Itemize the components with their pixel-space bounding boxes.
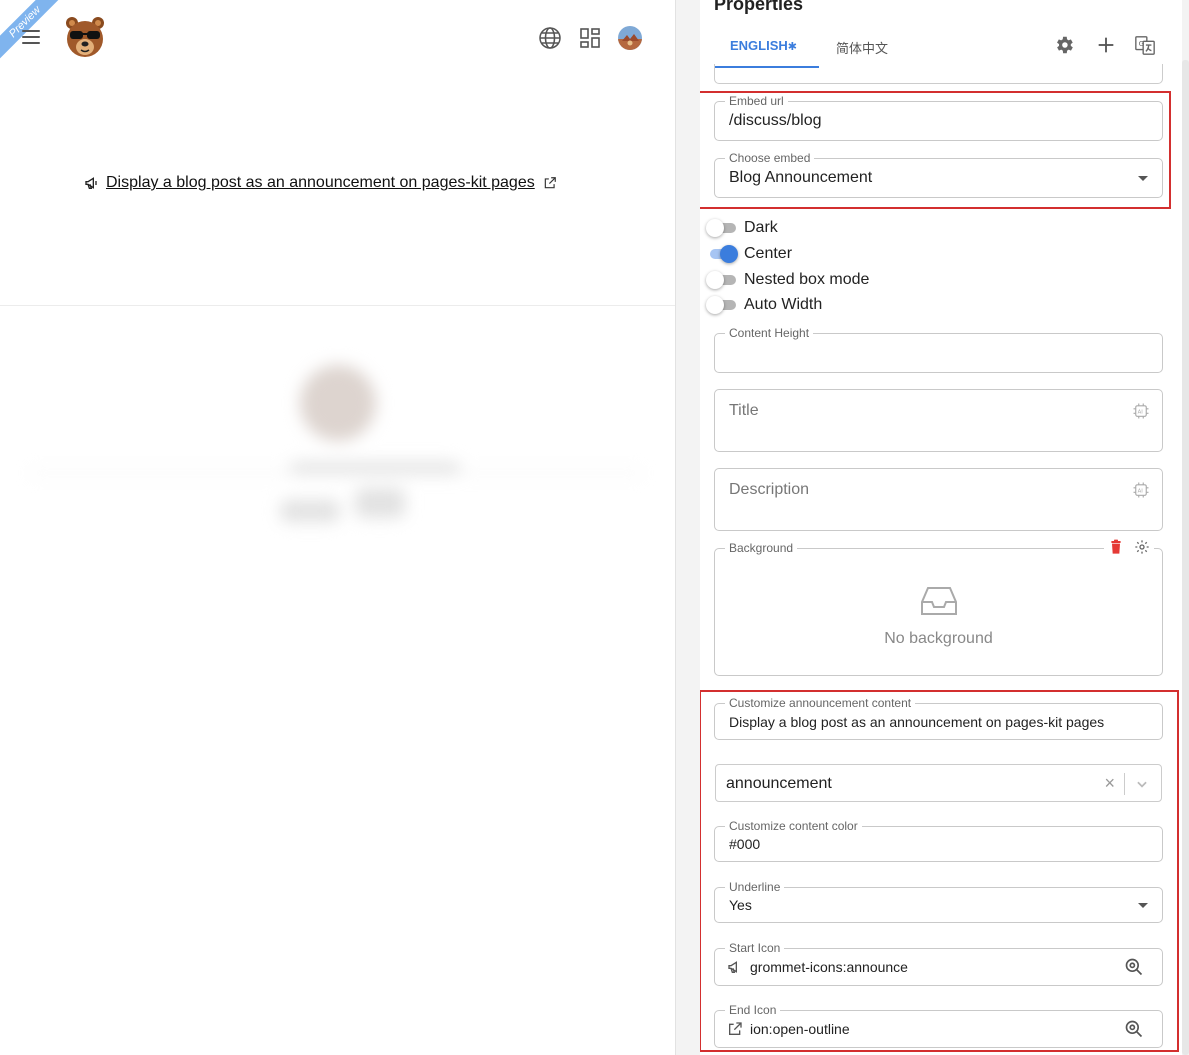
panel-title: Properties: [714, 0, 804, 14]
switch-track: [710, 245, 738, 263]
description-placeholder: Description: [729, 481, 810, 498]
start-icon-field[interactable]: Start Icon grommet-icons:announce: [714, 941, 1163, 986]
underline-value: Yes: [729, 897, 752, 913]
choose-embed-label: Choose embed: [725, 151, 815, 165]
no-background-text: No background: [884, 630, 993, 647]
center-switch-label: Center: [744, 245, 793, 262]
background-label: Background: [725, 541, 798, 555]
start-icon-label: Start Icon: [725, 941, 785, 955]
content-color-field[interactable]: Customize content color #000: [714, 819, 1163, 862]
customize-content-field[interactable]: Customize announcement content Display a…: [714, 696, 1163, 740]
add-icon[interactable]: [1095, 34, 1117, 56]
gear-icon[interactable]: [1134, 539, 1150, 555]
category-select[interactable]: announcement ×: [715, 764, 1162, 802]
customize-content-label: Customize announcement content: [725, 696, 916, 710]
megaphone-icon: [728, 961, 737, 973]
content-height-label: Content Height: [725, 326, 814, 340]
external-link-icon: [729, 1022, 742, 1035]
background-box: Background No background: [714, 539, 1163, 676]
inbox-icon: [920, 587, 957, 615]
background-tools: [1104, 539, 1154, 555]
preview-pane: Preview Display a blog post as an announ…: [0, 0, 676, 1055]
title-placeholder: Title: [729, 402, 759, 419]
clear-icon[interactable]: ×: [1104, 773, 1115, 794]
end-icon-label: End Icon: [725, 1003, 781, 1017]
ai-chip-icon[interactable]: AI: [1132, 402, 1150, 420]
underline-label: Underline: [725, 880, 785, 894]
description-field[interactable]: Description AI: [714, 468, 1163, 531]
user-avatar[interactable]: [618, 26, 642, 50]
previous-field-edge: [714, 64, 1163, 84]
content-color-label: Customize content color: [725, 819, 862, 833]
title-field[interactable]: Title AI: [714, 389, 1163, 452]
icon-search-icon[interactable]: [1124, 957, 1144, 977]
announcement-link[interactable]: Display a blog post as an announcement o…: [84, 174, 557, 192]
embed-url-label: Embed url: [725, 94, 788, 108]
announcement-text[interactable]: Display a blog post as an announcement o…: [106, 174, 535, 192]
tab-english[interactable]: ENGLISH✱: [730, 38, 797, 53]
switch-track: [706, 271, 736, 289]
embed-url-field[interactable]: Embed url /discuss/blog: [714, 94, 1163, 141]
tab-chinese[interactable]: 简体中文: [836, 38, 888, 57]
customize-content-value[interactable]: Display a blog post as an announcement o…: [729, 714, 1104, 730]
dropdown-caret-icon: [1138, 176, 1148, 181]
preview-divider: [0, 305, 675, 306]
blurred-content: [0, 340, 675, 560]
content-height-field[interactable]: Content Height: [714, 326, 1163, 373]
switch-thumb: [706, 271, 724, 289]
end-icon-value[interactable]: ion:open-outline: [750, 1021, 850, 1037]
background-empty: No background: [715, 585, 1162, 648]
bear-logo[interactable]: [64, 14, 106, 60]
translate-icon[interactable]: G: [1134, 34, 1156, 56]
embed-url-value[interactable]: /discuss/blog: [729, 112, 822, 130]
category-select-value: announcement: [726, 775, 832, 792]
external-link-icon: [544, 177, 556, 189]
switch-thumb: [720, 245, 738, 263]
icon-search-icon[interactable]: [1124, 1019, 1144, 1039]
svg-text:AI: AI: [1138, 409, 1144, 415]
highlight-box-announcement: [700, 690, 1179, 1052]
switch-track: [706, 219, 736, 237]
apps-grid-icon[interactable]: [578, 26, 602, 50]
dark-switch-label: Dark: [744, 219, 778, 236]
auto-width-label: Auto Width: [744, 296, 823, 313]
underline-select[interactable]: Underline Yes: [714, 880, 1163, 923]
center-switch[interactable]: Center: [710, 243, 792, 265]
svg-text:G: G: [1139, 39, 1145, 48]
nested-box-mode-label: Nested box mode: [744, 271, 870, 288]
panel-scrollbar[interactable]: [1182, 60, 1189, 1055]
start-icon-value[interactable]: grommet-icons:announce: [750, 959, 908, 975]
choose-embed-value: Blog Announcement: [729, 169, 873, 186]
switch-thumb: [706, 296, 724, 314]
svg-text:AI: AI: [1138, 488, 1144, 494]
dropdown-caret-icon: [1138, 903, 1148, 908]
end-icon-field[interactable]: End Icon ion:open-outline: [714, 1003, 1163, 1048]
trash-icon[interactable]: [1108, 539, 1124, 555]
content-color-value[interactable]: #000: [729, 836, 760, 852]
chevron-down-icon[interactable]: [1135, 777, 1149, 791]
menu-icon[interactable]: [22, 30, 40, 44]
gear-icon[interactable]: [1053, 34, 1075, 56]
select-separator: [1124, 773, 1125, 795]
dark-switch[interactable]: Dark: [706, 217, 778, 239]
ai-chip-icon[interactable]: AI: [1132, 481, 1150, 499]
nested-box-mode-switch[interactable]: Nested box mode: [706, 269, 870, 291]
globe-icon[interactable]: [538, 26, 562, 50]
auto-width-switch[interactable]: Auto Width: [706, 294, 823, 316]
choose-embed-select[interactable]: Choose embed Blog Announcement: [714, 151, 1163, 198]
properties-panel: Properties ENGLISH✱ 简体中文 G Embed url /di…: [700, 0, 1182, 1055]
megaphone-icon: [85, 177, 97, 189]
switch-track: [706, 296, 736, 314]
switch-thumb: [706, 219, 724, 237]
